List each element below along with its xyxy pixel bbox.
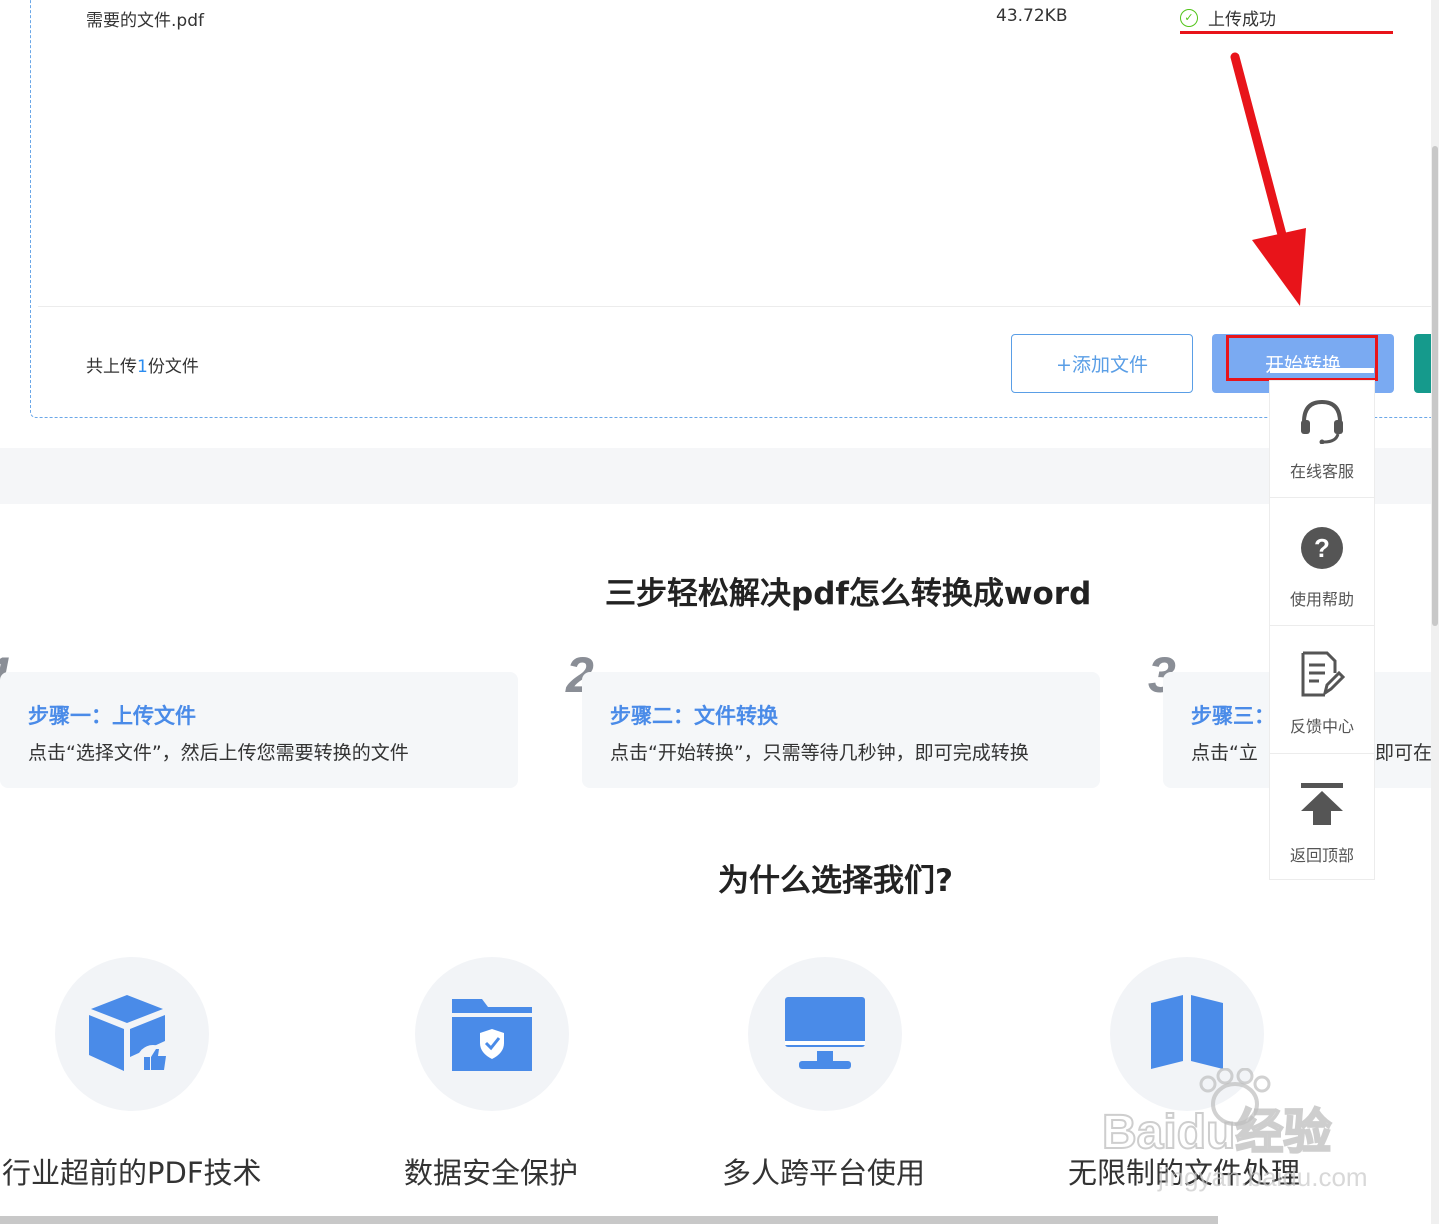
sidebar-item-back-to-top-label: 返回顶部 xyxy=(1289,846,1354,865)
floating-sidebar: 在线客服 ? 使用帮助 反馈中心 返回顶部 xyxy=(1269,380,1375,880)
horizontal-scrollbar[interactable] xyxy=(0,1216,1218,1224)
cube-thumbs-up-icon xyxy=(89,995,169,1077)
sidebar-item-help-label: 使用帮助 xyxy=(1289,590,1354,609)
sidebar-divider xyxy=(1270,497,1374,498)
sidebar-divider xyxy=(1270,625,1374,626)
file-count-suffix: 份文件 xyxy=(147,357,199,377)
feature-2-icon-wrap xyxy=(415,957,569,1111)
shield-folder-icon xyxy=(452,999,532,1071)
sidebar-item-feedback-label: 反馈中心 xyxy=(1289,717,1354,736)
annotation-underline xyxy=(1180,31,1393,34)
step-3-title: 步骤三： xyxy=(1191,704,1275,728)
step-3-desc: 点击“立 xyxy=(1191,742,1258,764)
sidebar-item-feedback[interactable]: 反馈中心 xyxy=(1270,636,1374,763)
why-title: 为什么选择我们? xyxy=(718,863,953,899)
step-1-title: 步骤一：上传文件 xyxy=(28,704,196,728)
help-circle-icon: ? xyxy=(1301,527,1343,569)
feedback-doc-icon xyxy=(1301,651,1345,697)
annotation-box xyxy=(1226,335,1378,381)
file-count: 共上传1份文件 xyxy=(86,352,199,377)
sidebar-divider xyxy=(1270,753,1374,754)
feature-1-icon-wrap xyxy=(55,957,209,1111)
baidu-watermark: Baidu经验 jingyan.baidu.com xyxy=(1100,1067,1370,1202)
headset-icon xyxy=(1301,399,1343,444)
upload-status: ✓ 上传成功 xyxy=(1180,5,1276,30)
sidebar-item-online-service[interactable]: 在线客服 xyxy=(1270,381,1374,508)
file-size: 43.72KB xyxy=(996,6,1068,26)
add-file-button[interactable]: +添加文件 xyxy=(1011,334,1193,393)
monitor-icon xyxy=(785,997,865,1069)
svg-text:?: ? xyxy=(1314,533,1330,563)
open-book-icon xyxy=(1151,995,1223,1069)
feature-3-icon-wrap xyxy=(748,957,902,1111)
annotation-arrow xyxy=(1230,52,1306,306)
feature-2-label: 数据安全保护 xyxy=(404,1156,579,1190)
check-circle-icon: ✓ xyxy=(1180,8,1198,27)
sidebar-item-online-service-label: 在线客服 xyxy=(1289,462,1354,481)
step-2-card: 步骤二：文件转换 点击“开始转换”，只需等待几秒钟，即可完成转换 xyxy=(582,672,1100,788)
annotation-box-gap xyxy=(1270,368,1374,373)
watermark-brand: Baidu经验 xyxy=(1102,1106,1331,1159)
sidebar-item-help[interactable]: ? 使用帮助 xyxy=(1270,509,1374,636)
step-3-desc-tail: 即可在: xyxy=(1375,742,1439,764)
steps-title: 三步轻松解决pdf怎么转换成word xyxy=(605,576,1092,612)
feature-3-label: 多人跨平台使用 xyxy=(722,1156,926,1190)
step-2-title: 步骤二：文件转换 xyxy=(610,704,778,728)
back-to-top-icon xyxy=(1301,783,1343,825)
upload-status-label: 上传成功 xyxy=(1208,10,1276,30)
baidu-paw-logo-icon: Baidu经验 jingyan.baidu.com xyxy=(1101,1067,1368,1192)
step-1-card: 步骤一：上传文件 点击“选择文件”，然后上传您需要转换的文件 xyxy=(0,672,518,788)
vertical-scrollbar-thumb[interactable] xyxy=(1432,146,1438,626)
file-name: 需要的文件.pdf xyxy=(86,11,204,31)
file-count-prefix: 共上传 xyxy=(86,357,137,377)
sidebar-item-back-to-top[interactable]: 返回顶部 xyxy=(1270,765,1374,892)
step-1-desc: 点击“选择文件”，然后上传您需要转换的文件 xyxy=(28,742,409,764)
watermark-url: jingyan.baidu.com xyxy=(1157,1162,1368,1192)
file-count-number: 1 xyxy=(137,357,148,377)
feature-1-label: 行业超前的PDF技术 xyxy=(2,1156,262,1190)
section-separator xyxy=(0,448,1439,504)
step-2-desc: 点击“开始转换”，只需等待几秒钟，即可完成转换 xyxy=(610,742,1029,764)
